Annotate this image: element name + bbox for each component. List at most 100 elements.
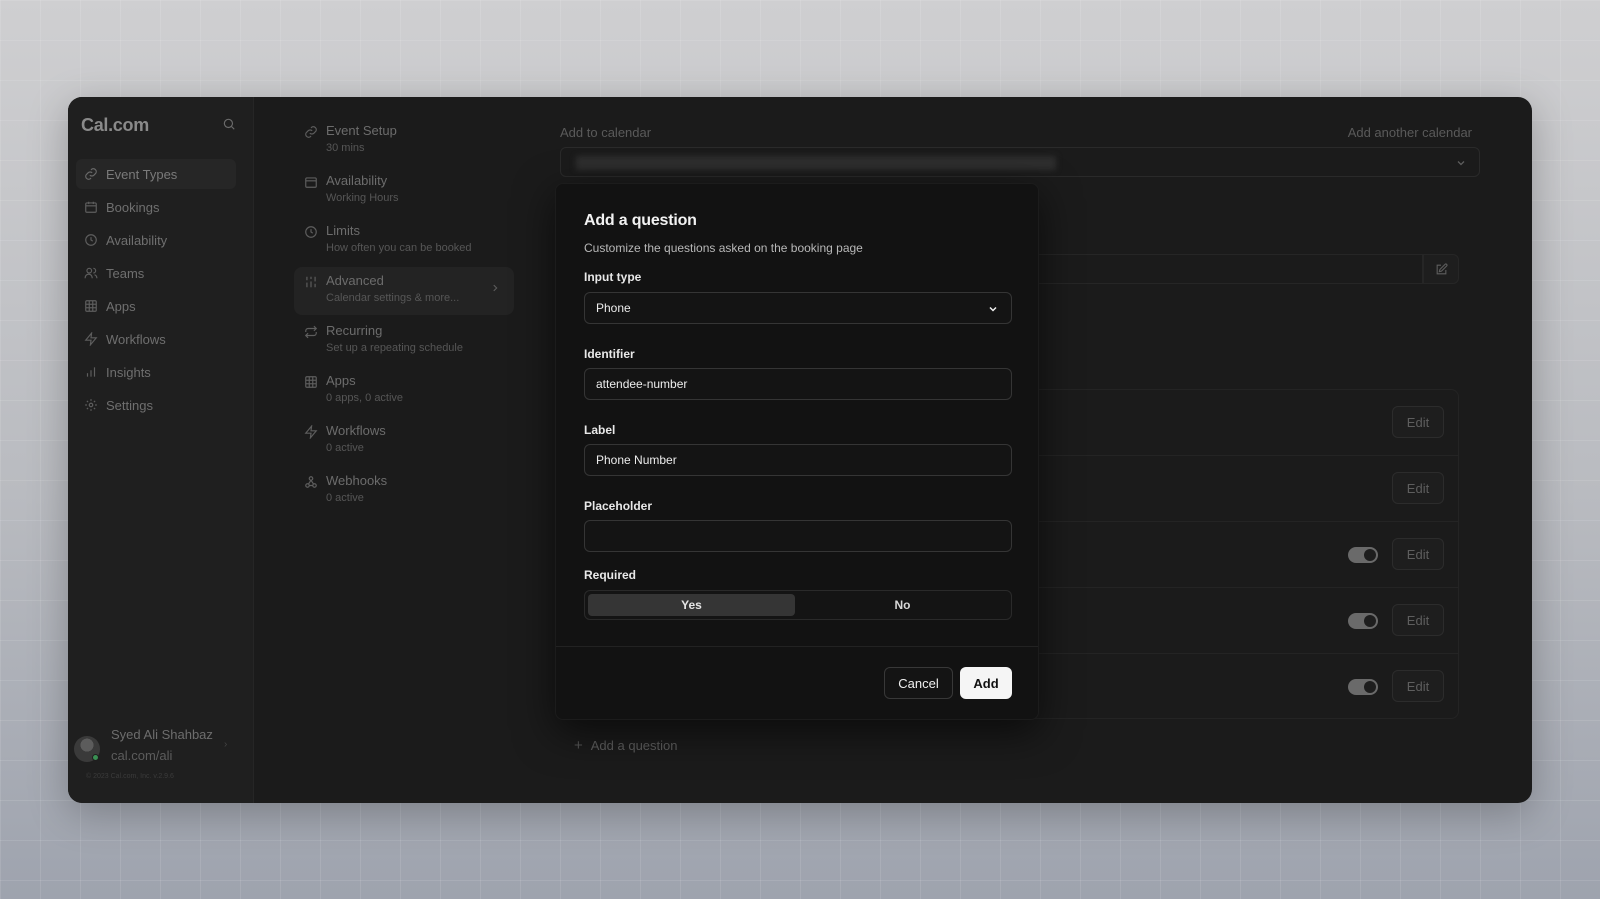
- required-label: Required: [584, 568, 637, 582]
- setup-item-subtitle: Calendar settings & more...: [326, 292, 460, 304]
- setup-item-webhooks[interactable]: Webhooks 0 active: [294, 467, 514, 515]
- add-another-calendar-link[interactable]: Add another calendar: [1348, 125, 1472, 140]
- input-type-select[interactable]: Phone: [584, 292, 1012, 324]
- sidebar-nav: Event Types Bookings Availability Teams …: [76, 159, 236, 423]
- calendar-icon: [85, 201, 97, 213]
- edit-question-button[interactable]: Edit: [1392, 406, 1444, 438]
- sidebar-item-label: Settings: [106, 397, 153, 413]
- user-menu[interactable]: Syed Ali Shahbaz cal.com/ali ›: [74, 727, 244, 767]
- setup-item-title: Event Setup: [326, 123, 397, 138]
- setup-item-advanced[interactable]: Advanced Calendar settings & more...: [294, 267, 514, 315]
- label-field-label: Label: [584, 423, 616, 437]
- chevron-right-icon: [493, 284, 498, 292]
- required-yes-option[interactable]: Yes: [588, 594, 795, 616]
- edit-question-button[interactable]: Edit: [1392, 538, 1444, 570]
- setup-item-subtitle: 30 mins: [326, 142, 365, 154]
- question-toggle[interactable]: [1348, 547, 1378, 563]
- question-toggle[interactable]: [1348, 679, 1378, 695]
- setup-item-workflows[interactable]: Workflows 0 active: [294, 417, 514, 465]
- event-setup-nav: Event Setup 30 mins Availability Working H…: [294, 117, 514, 517]
- add-question-label: Add a question: [590, 738, 678, 753]
- user-url: cal.com/ali: [111, 748, 173, 763]
- users-icon: [84, 267, 98, 279]
- add-question-button[interactable]: + Add a question: [574, 737, 678, 754]
- edit-question-button[interactable]: Edit: [1392, 604, 1444, 636]
- setup-item-title: Apps: [326, 373, 356, 388]
- sidebar-item-apps[interactable]: Apps: [76, 291, 236, 321]
- copyright: © 2023 Cal.com, Inc. v.2.9.6: [86, 773, 174, 780]
- sidebar-item-insights[interactable]: Insights: [76, 357, 236, 387]
- setup-item-availability[interactable]: Availability Working Hours: [294, 167, 514, 215]
- add-question-dialog: Add a question Customize the questions a…: [555, 183, 1039, 720]
- sidebar: Cal.com Event Types Bookings Availabilit…: [68, 97, 254, 803]
- sidebar-item-teams[interactable]: Teams: [76, 258, 236, 288]
- identifier-value: attendee-number: [596, 377, 688, 391]
- user-name: Syed Ali Shahbaz: [111, 727, 213, 742]
- sidebar-item-bookings[interactable]: Bookings: [76, 192, 236, 222]
- webhook-icon: [305, 476, 317, 488]
- plus-icon: +: [574, 737, 583, 754]
- edit-event-name-button[interactable]: [1423, 254, 1459, 284]
- setup-item-title: Advanced: [326, 273, 384, 288]
- event-name-field[interactable]: [988, 254, 1423, 284]
- dialog-description: Customize the questions asked on the boo…: [584, 241, 863, 255]
- sidebar-item-label: Availability: [106, 232, 168, 248]
- zap-icon: [84, 332, 98, 346]
- question-row: Edit: [989, 390, 1458, 456]
- question-toggle[interactable]: [1348, 613, 1378, 629]
- edit-question-button[interactable]: Edit: [1392, 472, 1444, 504]
- required-toggle-group: Yes No: [584, 590, 1012, 620]
- setup-item-subtitle: Set up a repeating schedule: [326, 342, 463, 354]
- add-button[interactable]: Add: [960, 667, 1012, 699]
- setup-item-limits[interactable]: Limits How often you can be booked: [294, 217, 514, 265]
- edit-icon: [1436, 262, 1448, 274]
- question-row: Edit: [989, 654, 1458, 720]
- dialog-title: Add a question: [584, 212, 697, 229]
- clock-icon: [85, 234, 97, 246]
- question-row: Edit: [989, 522, 1458, 588]
- setup-item-subtitle: Working Hours: [326, 192, 399, 204]
- link-icon: [305, 126, 317, 138]
- setup-item-apps[interactable]: Apps 0 apps, 0 active: [294, 367, 514, 415]
- booking-questions-list: Edit Edit Edit Edit Edit: [988, 389, 1459, 719]
- placeholder-input[interactable]: [584, 520, 1012, 552]
- sidebar-item-settings[interactable]: Settings: [76, 390, 236, 420]
- link-icon: [85, 168, 97, 180]
- edit-question-button[interactable]: Edit: [1392, 670, 1444, 702]
- setup-item-subtitle: How often you can be booked: [326, 242, 472, 254]
- setup-item-event-setup[interactable]: Event Setup 30 mins: [294, 117, 514, 165]
- chevron-icon: ›: [224, 739, 228, 750]
- setup-item-subtitle: 0 active: [326, 442, 364, 454]
- input-type-label: Input type: [584, 270, 642, 284]
- calendar-select[interactable]: [560, 147, 1480, 177]
- setup-item-title: Recurring: [326, 323, 383, 338]
- placeholder-label: Placeholder: [584, 499, 653, 513]
- calendar-icon: [305, 177, 317, 188]
- sidebar-item-workflows[interactable]: Workflows: [76, 324, 236, 354]
- dialog-footer: Cancel Add: [556, 646, 1038, 720]
- sidebar-item-availability[interactable]: Availability: [76, 225, 236, 255]
- label-value: Phone Number: [596, 453, 677, 467]
- setup-item-recurring[interactable]: Recurring Set up a repeating schedule: [294, 317, 514, 365]
- chevron-down-icon: [989, 306, 997, 312]
- logo[interactable]: Cal.com: [81, 115, 149, 136]
- search-icon[interactable]: [222, 117, 236, 131]
- question-row: Edit: [989, 456, 1458, 522]
- bar-chart-icon: [86, 367, 96, 377]
- sidebar-item-event-types[interactable]: Event Types: [76, 159, 236, 189]
- chevron-down-icon: [1457, 161, 1465, 166]
- sidebar-item-label: Teams: [106, 265, 145, 281]
- zap-icon: [304, 425, 318, 439]
- cancel-button[interactable]: Cancel: [884, 667, 953, 699]
- setup-item-title: Limits: [326, 223, 360, 238]
- grid-icon: [305, 376, 317, 388]
- setup-item-title: Workflows: [326, 423, 386, 438]
- identifier-input[interactable]: attendee-number: [584, 368, 1012, 400]
- label-input[interactable]: Phone Number: [584, 444, 1012, 476]
- input-type-value: Phone: [596, 301, 631, 315]
- question-row: Edit: [989, 588, 1458, 654]
- required-no-option[interactable]: No: [799, 594, 1006, 616]
- add-to-calendar-label: Add to calendar: [560, 125, 652, 140]
- sliders-icon: [306, 276, 316, 288]
- settings-icon: [85, 399, 97, 411]
